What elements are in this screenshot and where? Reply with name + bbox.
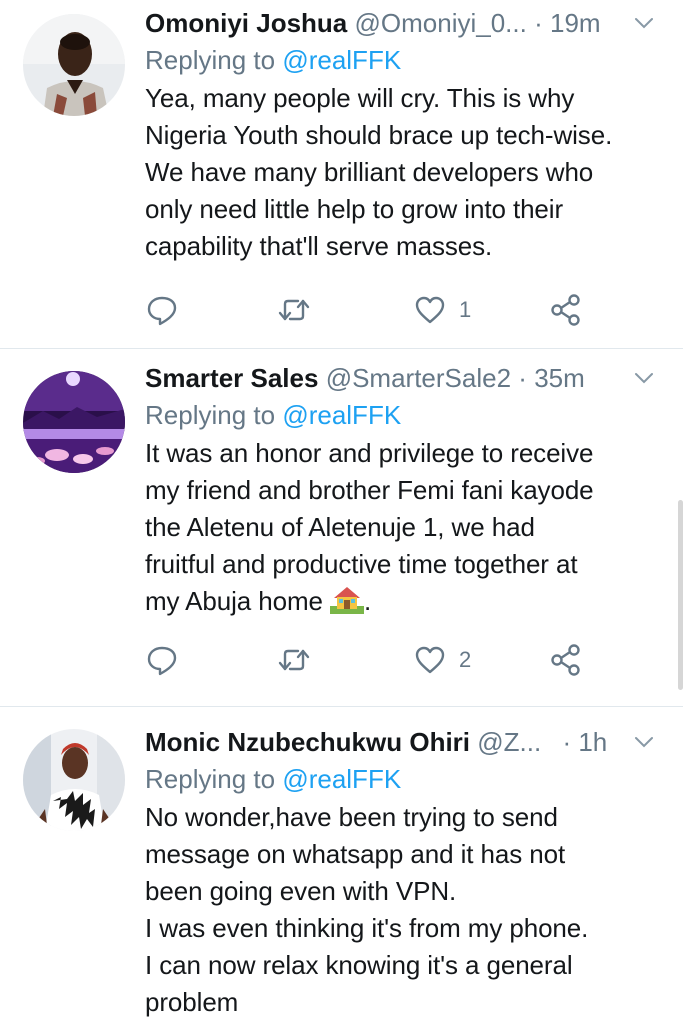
- tweet-header: Monic Nzubechukwu Ohiri @Z... · 1h: [145, 723, 663, 761]
- like-button[interactable]: 2: [413, 640, 471, 680]
- reply-icon: [147, 646, 177, 676]
- chevron-down-icon[interactable]: [633, 12, 655, 34]
- separator-dot: ·: [562, 727, 572, 757]
- tweet-actions: 1: [145, 290, 595, 330]
- tweet-header: Smarter Sales @SmarterSale2 · 35m: [145, 359, 663, 397]
- timestamp[interactable]: 19m: [550, 8, 601, 38]
- tweet[interactable]: Omoniyi Joshua @Omoniyi_0... · 19m Reply…: [0, 0, 683, 349]
- tweet-text: No wonder,have been trying to send messa…: [145, 802, 589, 1017]
- scrollbar-thumb[interactable]: [678, 500, 683, 690]
- chevron-down-icon[interactable]: [633, 731, 655, 753]
- share-icon: [551, 644, 580, 676]
- tweet-text: It was an honor and privilege to receive…: [145, 435, 663, 620]
- like-count: 1: [459, 297, 472, 322]
- replying-label: Replying to: [145, 400, 276, 430]
- retweet-button[interactable]: [277, 290, 311, 330]
- share-button[interactable]: [549, 290, 583, 330]
- replying-to: Replying to @realFFK: [145, 761, 663, 797]
- replying-label: Replying to: [145, 764, 276, 794]
- heart-icon: [415, 646, 445, 674]
- reply-icon: [147, 296, 177, 326]
- avatar[interactable]: [23, 729, 125, 831]
- tweet-actions: 2: [145, 640, 595, 680]
- avatar[interactable]: [23, 371, 125, 473]
- timestamp[interactable]: 35m: [534, 363, 585, 393]
- house-emoji: [330, 587, 365, 614]
- avatar[interactable]: [23, 14, 125, 116]
- replying-to: Replying to @realFFK: [145, 42, 663, 78]
- like-count: 2: [459, 647, 472, 672]
- retweet-icon: [278, 649, 310, 671]
- tweet-text: Yea, many people will cry. This is why N…: [145, 83, 613, 261]
- chevron-down-icon[interactable]: [633, 367, 655, 389]
- timestamp[interactable]: 1h: [578, 727, 607, 757]
- share-button[interactable]: [549, 640, 583, 680]
- replying-label: Replying to: [145, 45, 276, 75]
- user-handle[interactable]: @Z...: [477, 727, 541, 757]
- tweet[interactable]: Monic Nzubechukwu Ohiri @Z... · 1h Reply…: [0, 707, 683, 1023]
- reply-button[interactable]: [145, 290, 179, 330]
- replying-to: Replying to @realFFK: [145, 397, 663, 433]
- display-name[interactable]: Omoniyi Joshua: [145, 8, 347, 38]
- retweet-button[interactable]: [277, 640, 311, 680]
- retweet-icon: [278, 299, 310, 321]
- user-handle[interactable]: @Omoniyi_0...: [355, 8, 527, 38]
- display-name[interactable]: Smarter Sales: [145, 363, 318, 393]
- tweet[interactable]: Smarter Sales @SmarterSale2 · 35m Replyi…: [0, 349, 683, 707]
- mention-link[interactable]: @realFFK: [282, 764, 401, 794]
- separator-dot: ·: [534, 8, 543, 38]
- mention-link[interactable]: @realFFK: [282, 400, 401, 430]
- user-handle[interactable]: @SmarterSale2: [326, 363, 511, 393]
- tweet-text-suffix: .: [364, 586, 372, 616]
- tweet-header: Omoniyi Joshua @Omoniyi_0... · 19m: [145, 4, 663, 42]
- display-name[interactable]: Monic Nzubechukwu Ohiri: [145, 727, 470, 757]
- like-button[interactable]: 1: [413, 290, 471, 330]
- reply-button[interactable]: [145, 640, 179, 680]
- mention-link[interactable]: @realFFK: [282, 45, 401, 75]
- heart-icon: [415, 296, 445, 324]
- share-icon: [551, 294, 580, 326]
- separator-dot: ·: [518, 363, 527, 393]
